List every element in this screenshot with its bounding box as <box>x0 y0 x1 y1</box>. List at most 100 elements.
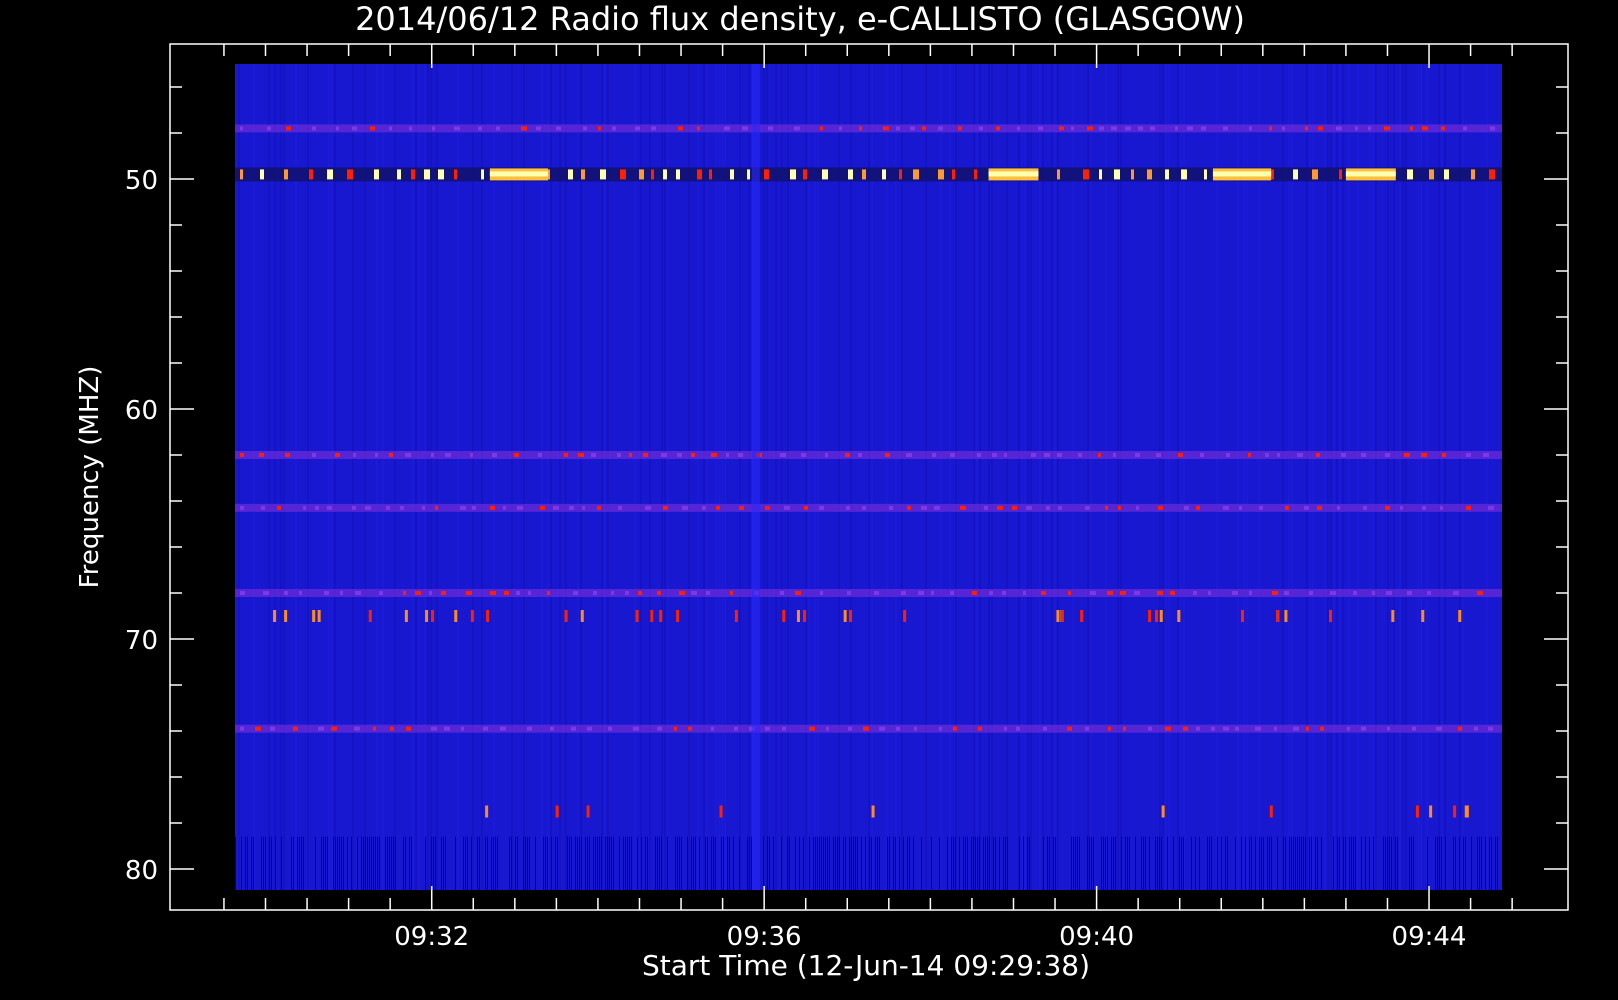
noise-column <box>495 836 496 890</box>
band-pixel <box>738 453 743 457</box>
band-pixel <box>1099 169 1102 180</box>
noise-column <box>931 836 932 890</box>
texture-column <box>334 64 336 890</box>
intermittent-pixel <box>1148 610 1152 622</box>
texture-column <box>1399 64 1401 890</box>
band-pixel <box>950 591 954 595</box>
band-pixel <box>1111 126 1117 131</box>
band-pixel <box>889 505 893 510</box>
noise-column <box>1301 836 1302 890</box>
band-pixel <box>312 453 316 457</box>
band-pixel <box>620 169 626 180</box>
band-pixel <box>1339 169 1342 180</box>
noise-column <box>351 836 352 890</box>
texture-column <box>1237 64 1239 890</box>
noise-column <box>471 836 472 890</box>
band-pixel <box>429 591 432 595</box>
noise-column <box>1459 836 1460 890</box>
band-pixel <box>261 505 265 510</box>
noise-column <box>577 836 578 890</box>
texture-column <box>1054 64 1056 890</box>
noise-column <box>677 836 678 890</box>
noise-column <box>705 836 706 890</box>
texture-column <box>664 64 666 890</box>
noise-column <box>491 836 492 890</box>
band-pixel <box>1113 453 1116 457</box>
band-pixel <box>352 126 357 131</box>
texture-column <box>580 64 582 890</box>
band-pixel <box>352 505 356 510</box>
band-pixel <box>1407 169 1413 180</box>
texture-column <box>1246 64 1248 890</box>
texture-column <box>1216 64 1218 890</box>
noise-column <box>1289 836 1290 890</box>
noise-column <box>465 836 466 890</box>
band-pixel <box>431 726 437 731</box>
intermittent-pixel <box>871 805 875 818</box>
band-pixel <box>1071 126 1074 131</box>
band-pixel <box>1441 126 1445 131</box>
band-pixel <box>863 726 869 731</box>
band-pixel <box>538 453 542 457</box>
texture-column <box>415 64 417 890</box>
texture-column <box>721 64 723 890</box>
noise-column <box>1071 836 1072 890</box>
noise-column <box>995 836 996 890</box>
band-pixel <box>1178 453 1183 457</box>
noise-column <box>1489 836 1490 890</box>
noise-column <box>1141 836 1142 890</box>
texture-column <box>1057 64 1059 890</box>
noise-column <box>739 836 740 890</box>
band-pixel <box>1404 453 1410 457</box>
band-pixel <box>1336 126 1342 131</box>
noise-column <box>1249 836 1250 890</box>
band-pixel <box>1277 453 1280 457</box>
texture-column <box>1165 64 1167 890</box>
band-pixel <box>240 726 244 731</box>
noise-column <box>1395 836 1396 890</box>
band-pixel <box>1004 726 1007 731</box>
noise-column <box>767 836 768 890</box>
band-pixel <box>355 591 361 595</box>
band-pixel <box>1120 591 1126 595</box>
intermittent-pixel <box>1276 610 1280 622</box>
noise-column <box>747 836 748 890</box>
noise-column <box>1107 836 1108 890</box>
noise-column <box>363 836 364 890</box>
band-pixel <box>1023 591 1026 595</box>
noise-column <box>1263 836 1264 890</box>
band-pixel <box>822 169 828 180</box>
band-pixel <box>454 169 457 180</box>
noise-column <box>815 836 816 890</box>
band-pixel <box>1306 726 1309 731</box>
noise-column <box>781 836 782 890</box>
band-pixel <box>240 505 244 510</box>
noise-column <box>887 836 888 890</box>
band-pixel <box>327 169 333 180</box>
band-pixel <box>795 591 801 595</box>
texture-column <box>1336 64 1338 890</box>
noise-column <box>723 836 724 890</box>
noise-column <box>799 836 800 890</box>
band-pixel <box>373 726 376 731</box>
texture-column <box>1369 64 1371 890</box>
band-pixel <box>950 453 955 457</box>
band-pixel <box>1466 453 1471 457</box>
band-pixel <box>739 505 744 510</box>
band-pixel <box>1304 505 1309 510</box>
noise-column <box>965 836 966 890</box>
y-tick-label: 50 <box>125 166 158 196</box>
texture-column <box>1357 64 1359 890</box>
band-pixel <box>734 726 738 731</box>
band-pixel <box>1410 126 1413 131</box>
texture-column <box>457 64 459 890</box>
texture-column <box>895 64 897 890</box>
noise-column <box>579 836 580 890</box>
band-pixel <box>1158 505 1163 510</box>
noise-column <box>1191 836 1192 890</box>
texture-column <box>1438 64 1440 890</box>
intermittent-pixel <box>1329 610 1333 622</box>
noise-column <box>1173 836 1174 890</box>
band-pixel <box>285 453 290 457</box>
band-pixel <box>839 126 842 131</box>
